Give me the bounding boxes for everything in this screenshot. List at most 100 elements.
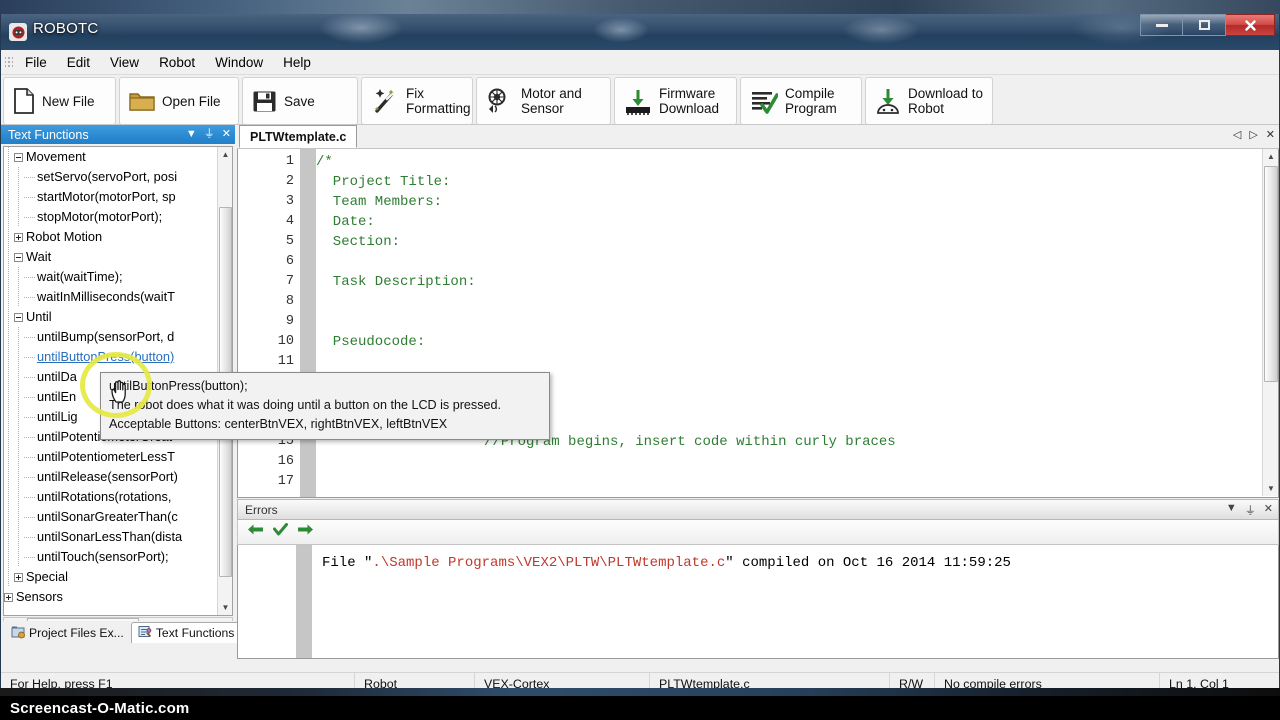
- errors-close-icon[interactable]: ✕: [1264, 502, 1273, 518]
- code-line[interactable]: /*: [316, 152, 1262, 172]
- code-editor[interactable]: 1234567891011121314151617 /* Project Tit…: [237, 149, 1279, 498]
- tree-expander-icon[interactable]: [4, 592, 13, 602]
- tree-scroll-up-icon[interactable]: ▲: [218, 147, 232, 162]
- tree-expander-icon[interactable]: [14, 232, 23, 242]
- tree-item-6[interactable]: wait(waitTime);: [4, 267, 218, 287]
- tree-item-9[interactable]: untilBump(sensorPort, d: [4, 327, 218, 347]
- menu-item-robot[interactable]: Robot: [149, 52, 205, 73]
- tree-group-22[interactable]: Sensors: [4, 587, 218, 607]
- tree-item-18[interactable]: untilSonarGreaterThan(c: [4, 507, 218, 527]
- dock-tab-text-functions[interactable]: Text Functions: [130, 622, 242, 643]
- errors-menu-icon[interactable]: ▼: [1226, 502, 1237, 518]
- code-line[interactable]: Section:: [316, 232, 1262, 252]
- errors-margin-bar: [296, 545, 312, 658]
- tree-item-17[interactable]: untilRotations(rotations,: [4, 487, 218, 507]
- panel-menu-icon[interactable]: ▼: [186, 126, 197, 142]
- menu-item-help[interactable]: Help: [273, 52, 321, 73]
- tree-group-5[interactable]: Wait: [4, 247, 218, 267]
- desktop-background: [0, 0, 1280, 14]
- tree-group-21[interactable]: Special: [4, 567, 218, 587]
- panel-close-icon[interactable]: ✕: [222, 126, 231, 142]
- errors-output[interactable]: File ".\Sample Programs\VEX2\PLTW\PLTWte…: [237, 545, 1279, 659]
- tree-item-19[interactable]: untilSonarLessThan(dista: [4, 527, 218, 547]
- tree-guide: [4, 227, 14, 247]
- code-line[interactable]: Team Members:: [316, 192, 1262, 212]
- tree-item-label: Until: [26, 309, 52, 324]
- editor-vertical-scrollbar[interactable]: ▲ ▼: [1262, 149, 1278, 496]
- code-line[interactable]: Task Description:: [316, 272, 1262, 292]
- new-file-button[interactable]: New File: [3, 77, 116, 124]
- tab-close-icon[interactable]: ✕: [1266, 128, 1275, 141]
- menu-item-window[interactable]: Window: [205, 52, 273, 73]
- tree-expander-icon[interactable]: [14, 312, 23, 322]
- code-line[interactable]: [316, 292, 1262, 312]
- code-line[interactable]: [316, 452, 1262, 472]
- tree-item-15[interactable]: untilPotentiometerLessT: [4, 447, 218, 467]
- errors-panel-header: Errors ▼ ⏚ ✕: [237, 499, 1279, 520]
- tree-item-10[interactable]: untilButtonPress(button): [4, 347, 218, 367]
- motor-sensor-setup-button[interactable]: Motor and Sensor: [476, 77, 611, 124]
- code-line[interactable]: [316, 472, 1262, 492]
- open-file-button[interactable]: Open File: [119, 77, 239, 124]
- tree-group-4[interactable]: Robot Motion: [4, 227, 218, 247]
- firmware-download-button[interactable]: Firmware Download: [614, 77, 737, 124]
- close-button[interactable]: [1226, 14, 1275, 36]
- tree-branch-line: [24, 356, 35, 358]
- tree-guide: [14, 387, 24, 407]
- tree-branch-line: [24, 556, 35, 558]
- editor-scroll-thumb[interactable]: [1264, 166, 1278, 382]
- new-file-label: New File: [42, 93, 95, 109]
- tree-item-2[interactable]: startMotor(motorPort, sp: [4, 187, 218, 207]
- tree-guide: [14, 507, 24, 527]
- fix-formatting-button[interactable]: Fix Formatting: [361, 77, 473, 124]
- code-line[interactable]: Project Title:: [316, 172, 1262, 192]
- tree-expander-icon[interactable]: [14, 152, 23, 162]
- motor-sensor-label-1: Motor and: [521, 86, 582, 101]
- tree-guide: [4, 427, 14, 447]
- tree-expander-icon[interactable]: [14, 572, 23, 582]
- tree-group-8[interactable]: Until: [4, 307, 218, 327]
- tree-scroll-down-icon[interactable]: ▼: [218, 600, 232, 615]
- errors-toolbar: [237, 520, 1279, 545]
- prev-error-icon[interactable]: [247, 523, 264, 541]
- code-line[interactable]: Date:: [316, 212, 1262, 232]
- minimize-button[interactable]: [1140, 14, 1183, 36]
- tab-prev-icon[interactable]: ◁: [1233, 128, 1241, 141]
- compile-program-button[interactable]: Compile Program: [740, 77, 862, 124]
- panel-pin-icon[interactable]: ⏚: [204, 126, 215, 142]
- hand-cursor-icon: [110, 378, 130, 409]
- download-to-robot-button[interactable]: Download to Robot: [865, 77, 993, 124]
- editor-tab-pltwtemplate[interactable]: PLTWtemplate.c: [239, 125, 358, 148]
- compile-ok-icon[interactable]: [273, 523, 288, 541]
- close-icon: [1244, 19, 1256, 31]
- tree-guide: [4, 147, 14, 167]
- next-error-icon[interactable]: [297, 523, 314, 541]
- code-line[interactable]: [316, 352, 1262, 372]
- tree-item-20[interactable]: untilTouch(sensorPort);: [4, 547, 218, 567]
- fix-formatting-label-1: Fix: [406, 86, 424, 101]
- tree-item-7[interactable]: waitInMilliseconds(waitT: [4, 287, 218, 307]
- tree-group-0[interactable]: Movement: [4, 147, 218, 167]
- code-line[interactable]: Pseudocode:: [316, 332, 1262, 352]
- tab-next-icon[interactable]: ▷: [1249, 128, 1257, 141]
- menu-item-view[interactable]: View: [100, 52, 149, 73]
- dock-tab-project-files[interactable]: Project Files Ex...: [4, 622, 131, 643]
- tree-branch-line: [24, 476, 35, 478]
- code-line[interactable]: [316, 312, 1262, 332]
- menu-item-edit[interactable]: Edit: [57, 52, 100, 73]
- editor-scroll-down-icon[interactable]: ▼: [1263, 481, 1278, 496]
- download-robot-icon: [875, 87, 901, 115]
- tree-item-3[interactable]: stopMotor(motorPort);: [4, 207, 218, 227]
- editor-scroll-up-icon[interactable]: ▲: [1263, 149, 1278, 164]
- tree-expander-icon[interactable]: [14, 252, 23, 262]
- restore-button[interactable]: [1183, 14, 1226, 36]
- errors-message: File ".\Sample Programs\VEX2\PLTW\PLTWte…: [322, 555, 1268, 571]
- tree-item-16[interactable]: untilRelease(sensorPort): [4, 467, 218, 487]
- menu-item-file[interactable]: File: [15, 52, 57, 73]
- code-line[interactable]: [316, 252, 1262, 272]
- code-content[interactable]: /* Project Title: Team Members: Date: Se…: [316, 149, 1262, 497]
- editor-tab-strip: PLTWtemplate.c ◁ ▷ ✕: [237, 125, 1279, 149]
- save-button[interactable]: Save: [242, 77, 358, 124]
- tree-item-1[interactable]: setServo(servoPort, posi: [4, 167, 218, 187]
- errors-pin-icon[interactable]: ⏚: [1245, 502, 1256, 518]
